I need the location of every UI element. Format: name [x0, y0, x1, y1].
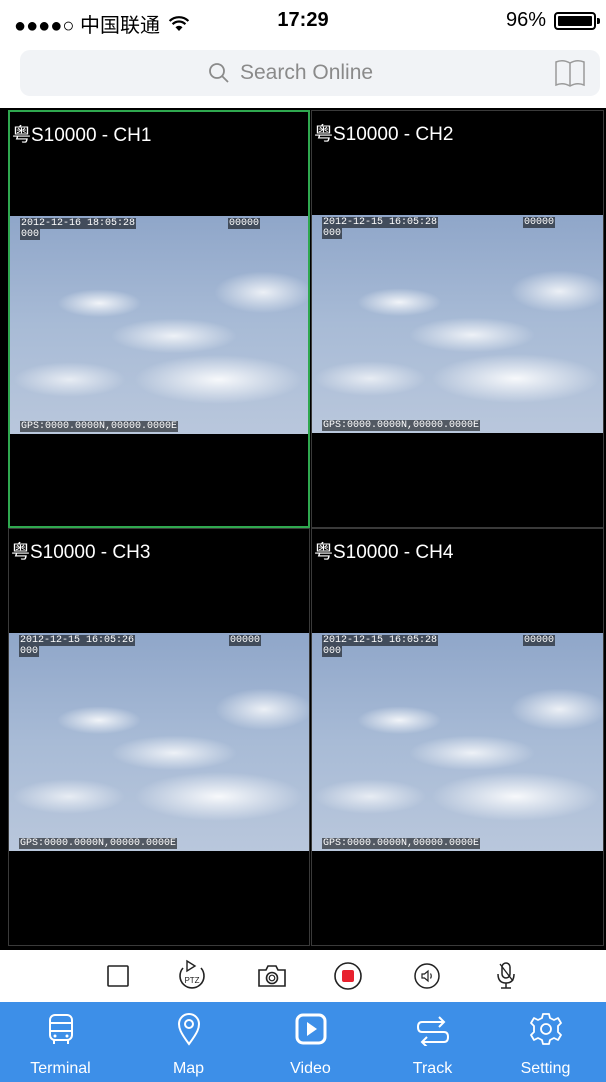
map-pin-icon — [177, 1013, 200, 1046]
status-battery-group: 96% — [505, 9, 600, 32]
video-play-icon — [295, 1013, 326, 1045]
video-tile-ch1[interactable]: 粤S10000 - CH1 2012-12-16 18:05:28 00000 … — [8, 110, 310, 528]
video-controls-bar: PTZ — [0, 950, 606, 1002]
osd-timestamp: 2012-12-15 16:05:26 — [19, 635, 136, 646]
video-tile-ch2[interactable]: 粤S10000 - CH2 2012-12-15 16:05:28 00000 … — [311, 110, 604, 528]
tab-label: Terminal — [30, 1060, 91, 1077]
status-bar: ●●●●○ 中国联通 17:29 96% — [0, 0, 606, 40]
ptz-button[interactable]: PTZ — [174, 958, 210, 994]
bookmarks-icon[interactable] — [554, 58, 586, 88]
osd-subcode: 000 — [322, 228, 343, 239]
layout-toggle-button[interactable] — [100, 958, 136, 994]
osd-gps: GPS:0000.0000N,00000.0000E — [20, 421, 179, 432]
tile-label: 粤S10000 - CH3 — [11, 542, 151, 563]
gear-icon — [529, 1013, 562, 1045]
osd-code: 00000 — [522, 217, 555, 228]
osd-subcode: 000 — [19, 646, 40, 657]
osd-code: 00000 — [227, 218, 260, 229]
osd-timestamp: 2012-12-15 16:05:28 — [322, 217, 439, 228]
speaker-icon — [414, 963, 440, 989]
search-area — [0, 40, 606, 108]
tab-map[interactable]: Map — [128, 1002, 249, 1082]
bottom-tab-bar: Terminal Map Video Track Setting — [0, 1002, 606, 1082]
osd-subcode: 000 — [20, 229, 41, 240]
tab-label: Track — [412, 1060, 453, 1077]
video-tile-ch3[interactable]: 粤S10000 - CH3 2012-12-15 16:05:26 00000 … — [8, 528, 310, 946]
battery-icon — [554, 11, 600, 30]
microphone-icon — [497, 962, 515, 989]
ptz-label: PTZ — [184, 976, 199, 985]
square-layout-icon — [107, 965, 129, 987]
video-frame: 2012-12-16 18:05:28 00000 000 GPS:0000.0… — [10, 216, 308, 434]
osd-code: 00000 — [522, 635, 555, 646]
video-frame: 2012-12-15 16:05:26 00000 000 GPS:0000.0… — [9, 633, 309, 851]
video-frame: 2012-12-15 16:05:28 00000 000 GPS:0000.0… — [312, 215, 603, 433]
tab-terminal[interactable]: Terminal — [0, 1002, 121, 1082]
search-bar[interactable] — [20, 50, 600, 96]
video-grid: 粤S10000 - CH1 2012-12-16 18:05:28 00000 … — [0, 108, 606, 950]
osd-gps: GPS:0000.0000N,00000.0000E — [322, 838, 481, 849]
tile-label: 粤S10000 - CH1 — [12, 125, 152, 146]
osd-gps: GPS:0000.0000N,00000.0000E — [322, 420, 481, 431]
record-button[interactable] — [330, 958, 366, 994]
talkback-button[interactable] — [488, 958, 524, 994]
track-arrows-icon — [416, 1016, 449, 1046]
tab-track[interactable]: Track — [372, 1002, 493, 1082]
osd-timestamp: 2012-12-15 16:05:28 — [322, 635, 439, 646]
osd-gps: GPS:0000.0000N,00000.0000E — [19, 838, 178, 849]
tab-label: Map — [172, 1060, 205, 1077]
record-icon — [334, 962, 362, 990]
ptz-rotate-icon: PTZ — [179, 959, 205, 989]
tile-label: 粤S10000 - CH2 — [314, 124, 454, 145]
tab-setting[interactable]: Setting — [485, 1002, 606, 1082]
tab-video[interactable]: Video — [250, 1002, 371, 1082]
osd-code: 00000 — [228, 635, 261, 646]
search-input[interactable] — [238, 60, 412, 86]
search-icon — [209, 63, 229, 83]
tab-label: Video — [290, 1060, 331, 1077]
tab-label: Setting — [520, 1060, 571, 1077]
audio-button[interactable] — [409, 958, 445, 994]
osd-subcode: 000 — [322, 646, 343, 657]
video-frame: 2012-12-15 16:05:28 00000 000 GPS:0000.0… — [312, 633, 603, 851]
osd-timestamp: 2012-12-16 18:05:28 — [20, 218, 137, 229]
tile-label: 粤S10000 - CH4 — [314, 542, 454, 563]
bus-icon — [48, 1014, 73, 1044]
snapshot-button[interactable] — [254, 958, 290, 994]
video-tile-ch4[interactable]: 粤S10000 - CH4 2012-12-15 16:05:28 00000 … — [311, 528, 604, 946]
battery-percent: 96% — [505, 9, 546, 31]
camera-icon — [258, 965, 286, 987]
